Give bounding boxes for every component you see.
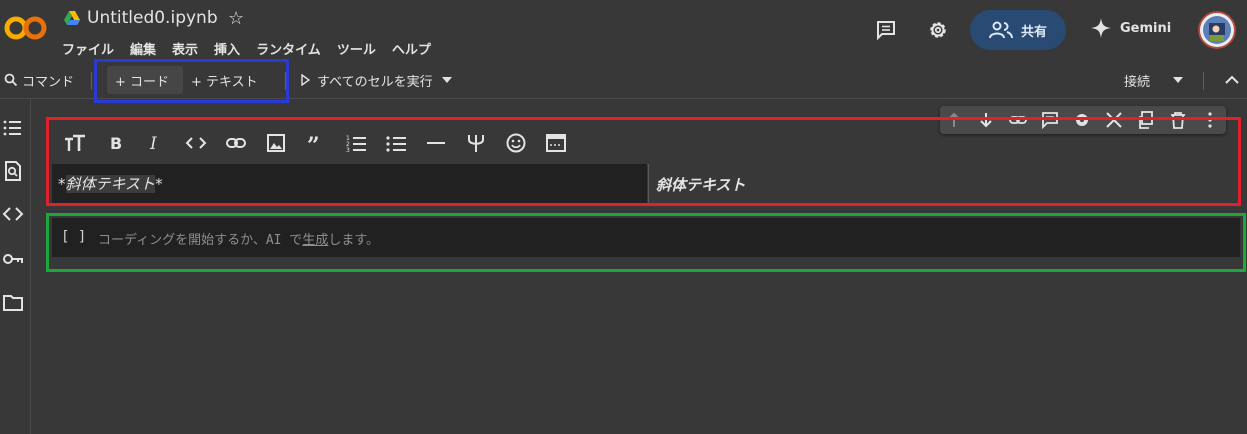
toolbar-divider (1203, 72, 1204, 90)
code-snippets-icon[interactable] (2, 203, 24, 225)
collapse-chevron-up-icon[interactable] (1225, 75, 1239, 85)
menu-help[interactable]: ヘルプ (392, 39, 431, 58)
files-folder-icon[interactable] (2, 292, 24, 314)
menu-tools[interactable]: ツール (337, 39, 376, 58)
menu-file[interactable]: ファイル (62, 39, 114, 58)
menu-insert[interactable]: 挿入 (214, 39, 240, 58)
gemini-label: Gemini (1120, 20, 1172, 36)
run-all-button[interactable]: すべてのセルを実行 (300, 62, 452, 98)
menu-runtime[interactable]: ランタイム (256, 39, 321, 58)
annotation-box-green (46, 213, 1246, 272)
star-icon[interactable]: ☆ (228, 8, 244, 29)
user-avatar[interactable] (1198, 11, 1236, 49)
connect-button[interactable]: 接続 (1124, 62, 1184, 98)
share-label: 共有 (1020, 24, 1047, 40)
gemini-sparkle-icon (1091, 18, 1111, 38)
annotation-box-blue (94, 59, 289, 103)
menu-edit[interactable]: 編集 (130, 39, 156, 58)
gemini-button[interactable]: Gemini (1090, 17, 1171, 39)
notebook-title[interactable]: Untitled0.ipynb (87, 8, 218, 28)
find-replace-icon[interactable] (2, 160, 24, 182)
table-of-contents-icon[interactable] (2, 117, 24, 139)
search-icon (4, 73, 18, 87)
comment-icon[interactable] (875, 19, 897, 41)
chevron-down-icon (1173, 77, 1184, 83)
chevron-down-icon (441, 77, 452, 83)
menu-bar: ファイル 編集 表示 挿入 ランタイム ツール ヘルプ (62, 39, 447, 58)
connect-label: 接続 (1124, 74, 1151, 90)
share-button[interactable]: 共有 (970, 10, 1066, 50)
secrets-key-icon[interactable] (2, 248, 24, 270)
run-all-label: すべてのセルを実行 (317, 74, 433, 90)
google-drive-icon (64, 11, 80, 25)
colab-logo[interactable] (4, 14, 48, 42)
command-palette-button[interactable]: コマンド (4, 62, 74, 98)
command-label: コマンド (22, 74, 75, 90)
annotation-box-red (46, 117, 1241, 206)
play-icon (301, 74, 310, 86)
toolbar-divider (91, 72, 92, 90)
settings-gear-icon[interactable] (927, 19, 949, 41)
menu-view[interactable]: 表示 (172, 39, 198, 58)
people-icon (988, 21, 1013, 39)
